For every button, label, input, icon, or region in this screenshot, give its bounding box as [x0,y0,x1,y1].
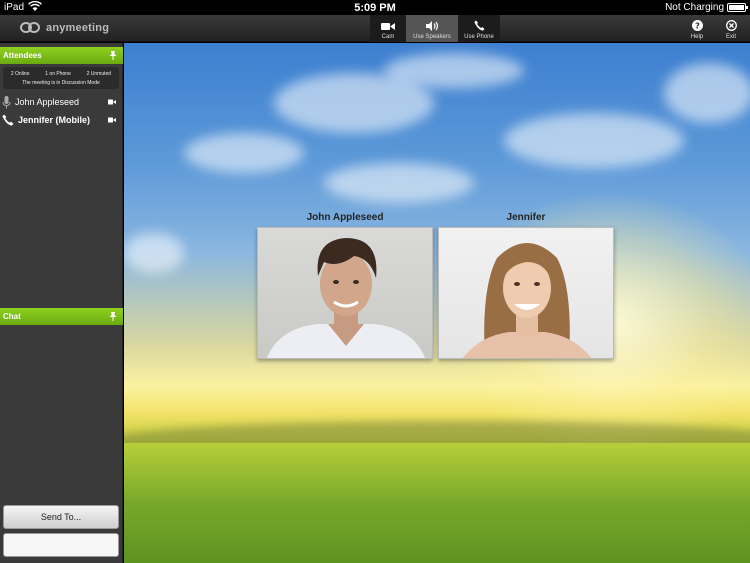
attendees-title: Attendees [3,51,42,60]
video-camera-icon[interactable] [108,99,116,105]
exit-label: Exit [725,34,736,40]
exit-button[interactable]: Exit [717,15,745,42]
use-speakers-label: Use Speakers [413,34,451,40]
status-bar: iPad 5:09 PM Not Charging [0,0,750,15]
background-cloud [324,163,474,203]
video-label: Jennifer [506,212,546,223]
help-button[interactable]: ? Help [683,15,711,42]
close-icon [725,20,737,31]
on-phone-count: 1 on Phone [45,71,71,77]
pin-icon[interactable] [109,51,117,62]
background-field [124,443,750,563]
help-label: Help [690,34,704,40]
wifi-icon [28,0,42,15]
video-label: John Appleseed [306,212,384,223]
sidebar: Attendees 2 Online 1 on Phone 2 Unmuted … [0,43,123,563]
video-camera-icon[interactable] [108,117,116,123]
pin-icon[interactable] [109,312,117,323]
app-toolbar: anymeeting Cam Use Speakers Use Phone ? … [0,15,750,42]
svg-text:?: ? [695,22,700,31]
meeting-stage: John Appleseed Jennifer [124,43,750,563]
unmuted-count: 2 Unmuted [86,71,112,77]
clock: 5:09 PM [354,2,396,14]
video-feed[interactable] [257,227,433,359]
phone-icon [2,114,14,126]
microphone-icon [2,95,11,108]
background-cloud [664,63,750,123]
background-cloud [504,113,684,168]
background-cloud [184,133,304,173]
charging-status: Not Charging [665,2,724,13]
meeting-mode: The meeting is in Discussion Mode [22,80,100,86]
logo-text: anymeeting [46,21,110,34]
attendee-name: Jennifer (Mobile) [18,115,91,125]
phone-icon [473,20,484,31]
cam-button-label: Cam [381,34,395,40]
carrier-label: iPad [4,2,25,13]
chat-title: Chat [3,312,21,321]
attendee-name: John Appleseed [15,97,80,107]
person-avatar [266,238,426,358]
background-cloud [124,233,184,273]
online-count: 2 Online [10,71,30,77]
help-icon: ? [691,20,703,31]
background-cloud [384,53,524,88]
person-avatar [462,243,592,358]
meeting-stats: 2 Online 1 on Phone 2 Unmuted The meetin… [3,67,119,89]
app-logo: anymeeting [20,21,109,34]
cam-button[interactable]: Cam [370,15,406,42]
logo-icon [20,21,42,34]
attendees-header[interactable]: Attendees [0,47,123,64]
video-feed[interactable] [438,227,614,359]
chat-header[interactable]: Chat [0,308,123,325]
attendee-row[interactable]: John Appleseed [2,95,120,109]
chat-message-input[interactable] [3,533,119,557]
use-speakers-button[interactable]: Use Speakers [406,15,458,42]
battery-icon [727,3,748,12]
send-to-button[interactable]: Send To... [3,505,119,529]
speaker-icon [425,21,438,31]
use-phone-label: Use Phone [464,34,494,40]
use-phone-button[interactable]: Use Phone [458,15,500,42]
video-camera-icon [381,23,395,30]
attendee-row[interactable]: Jennifer (Mobile) [2,113,120,127]
